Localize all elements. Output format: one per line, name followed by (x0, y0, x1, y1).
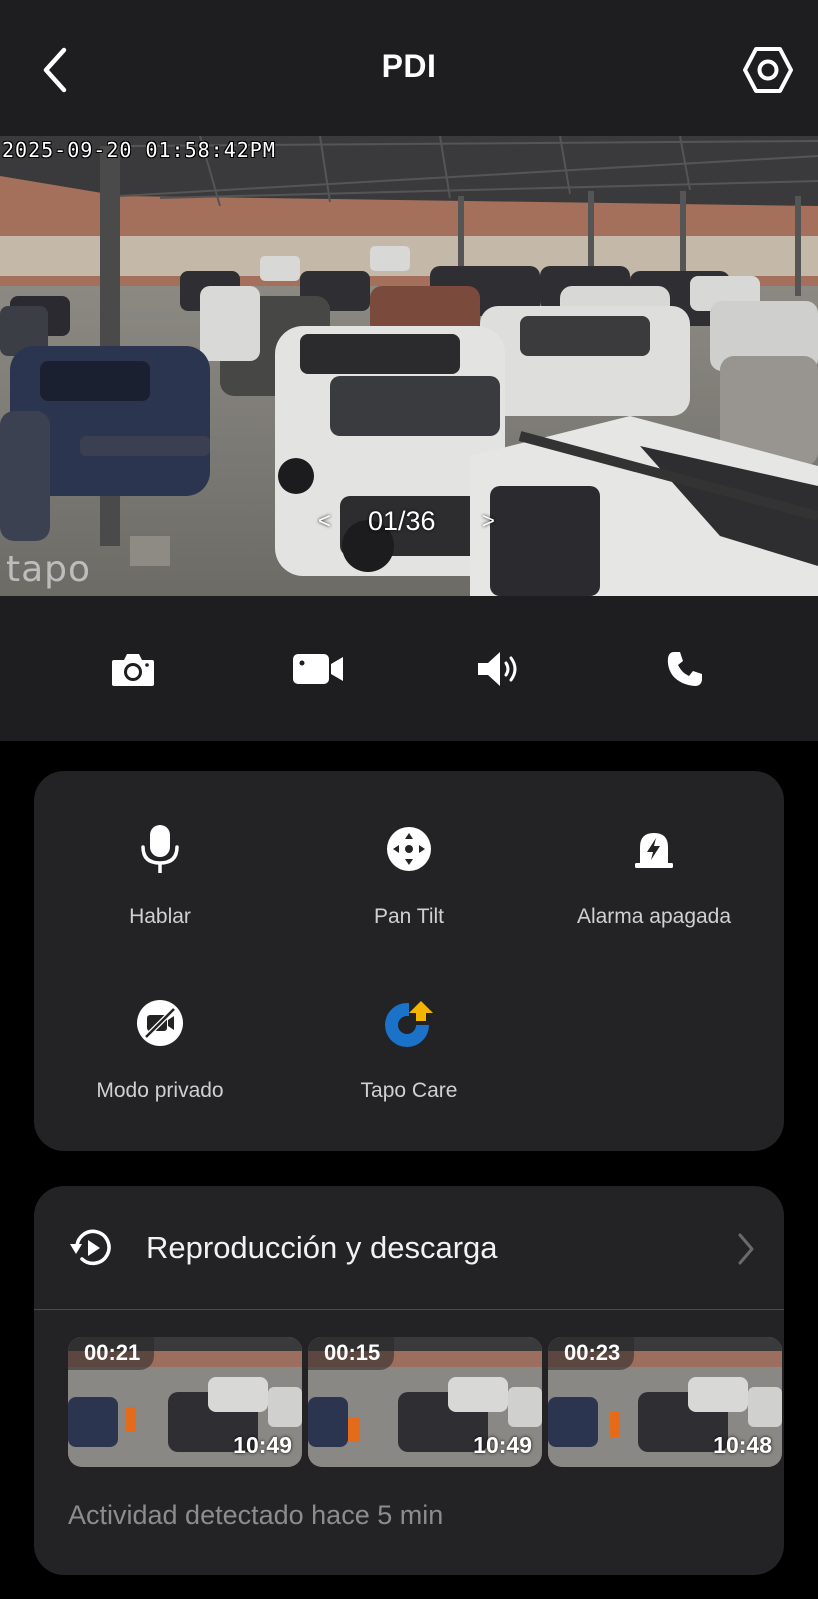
audio-button[interactable] (470, 644, 530, 694)
pan-tilt-icon (387, 827, 431, 871)
live-video-feed[interactable]: 2025-09-20 01:58:42PM tapo < 01/36 > (0, 136, 818, 596)
talk-action[interactable]: Hablar (30, 819, 290, 929)
record-button[interactable] (288, 644, 348, 694)
snapshot-button[interactable] (103, 644, 163, 694)
divider (34, 1309, 784, 1310)
playback-title: Reproducción y descarga (146, 1230, 498, 1265)
history-icon (70, 1229, 111, 1266)
settings-button[interactable] (740, 42, 796, 98)
camera-index: 01/36 (368, 506, 436, 536)
speaker-icon (478, 652, 517, 686)
tapo-care-label: Tapo Care (360, 1079, 458, 1102)
clip-thumbnail[interactable]: 00:21 10:49 (68, 1337, 302, 1467)
top-bar: PDI (0, 0, 818, 136)
privacy-mode-action[interactable]: Modo privado (30, 993, 290, 1103)
clip-thumbnail[interactable]: 00:15 10:49 (308, 1337, 542, 1467)
video-camera-icon (293, 654, 343, 684)
clip-duration: 00:21 (68, 1337, 155, 1370)
camera-off-icon (137, 1000, 183, 1046)
clip-time: 10:49 (233, 1432, 292, 1458)
video-timestamp: 2025-09-20 01:58:42PM (2, 138, 276, 162)
playback-header[interactable]: Reproducción y descarga (34, 1186, 784, 1310)
activity-status: Actividad detectado hace 5 min (68, 1500, 444, 1530)
clip-duration: 00:23 (548, 1337, 635, 1370)
clip-time: 10:48 (713, 1432, 772, 1458)
hexagon-settings-icon (743, 47, 793, 93)
next-camera-button[interactable]: > (482, 508, 495, 534)
privacy-mode-label: Modo privado (96, 1079, 224, 1102)
pan-tilt-label: Pan Tilt (373, 905, 445, 928)
call-button[interactable] (655, 644, 715, 694)
camera-icon (112, 654, 154, 686)
chevron-right-icon (738, 1233, 754, 1265)
alarm-action[interactable]: Alarma apagada (524, 819, 784, 929)
microphone-icon (141, 825, 179, 873)
tapo-watermark: tapo (6, 549, 92, 590)
clip-thumbnail[interactable]: 00:23 10:48 (548, 1337, 782, 1467)
live-controls-bar (0, 596, 818, 741)
clip-thumbnails: 00:21 10:49 00:15 10:49 00:23 10:48 (68, 1337, 784, 1467)
clip-time: 10:49 (473, 1432, 532, 1458)
playback-card: Reproducción y descarga 00:21 10:49 00:1… (34, 1186, 784, 1575)
camera-pager: < 01/36 > (0, 504, 818, 544)
phone-icon (667, 652, 702, 686)
talk-label: Hablar (129, 905, 191, 928)
quick-actions-card: Hablar Pan Tilt Alarma apagada Modo priv… (34, 771, 784, 1151)
pan-tilt-action[interactable]: Pan Tilt (279, 819, 539, 929)
tapo-care-icon (385, 1001, 433, 1047)
clip-duration: 00:15 (308, 1337, 395, 1370)
page-title: PDI (381, 48, 437, 84)
tapo-care-action[interactable]: Tapo Care (279, 993, 539, 1103)
previous-camera-button[interactable]: < (318, 508, 331, 534)
alarm-label: Alarma apagada (576, 905, 732, 928)
alarm-icon (635, 833, 673, 868)
